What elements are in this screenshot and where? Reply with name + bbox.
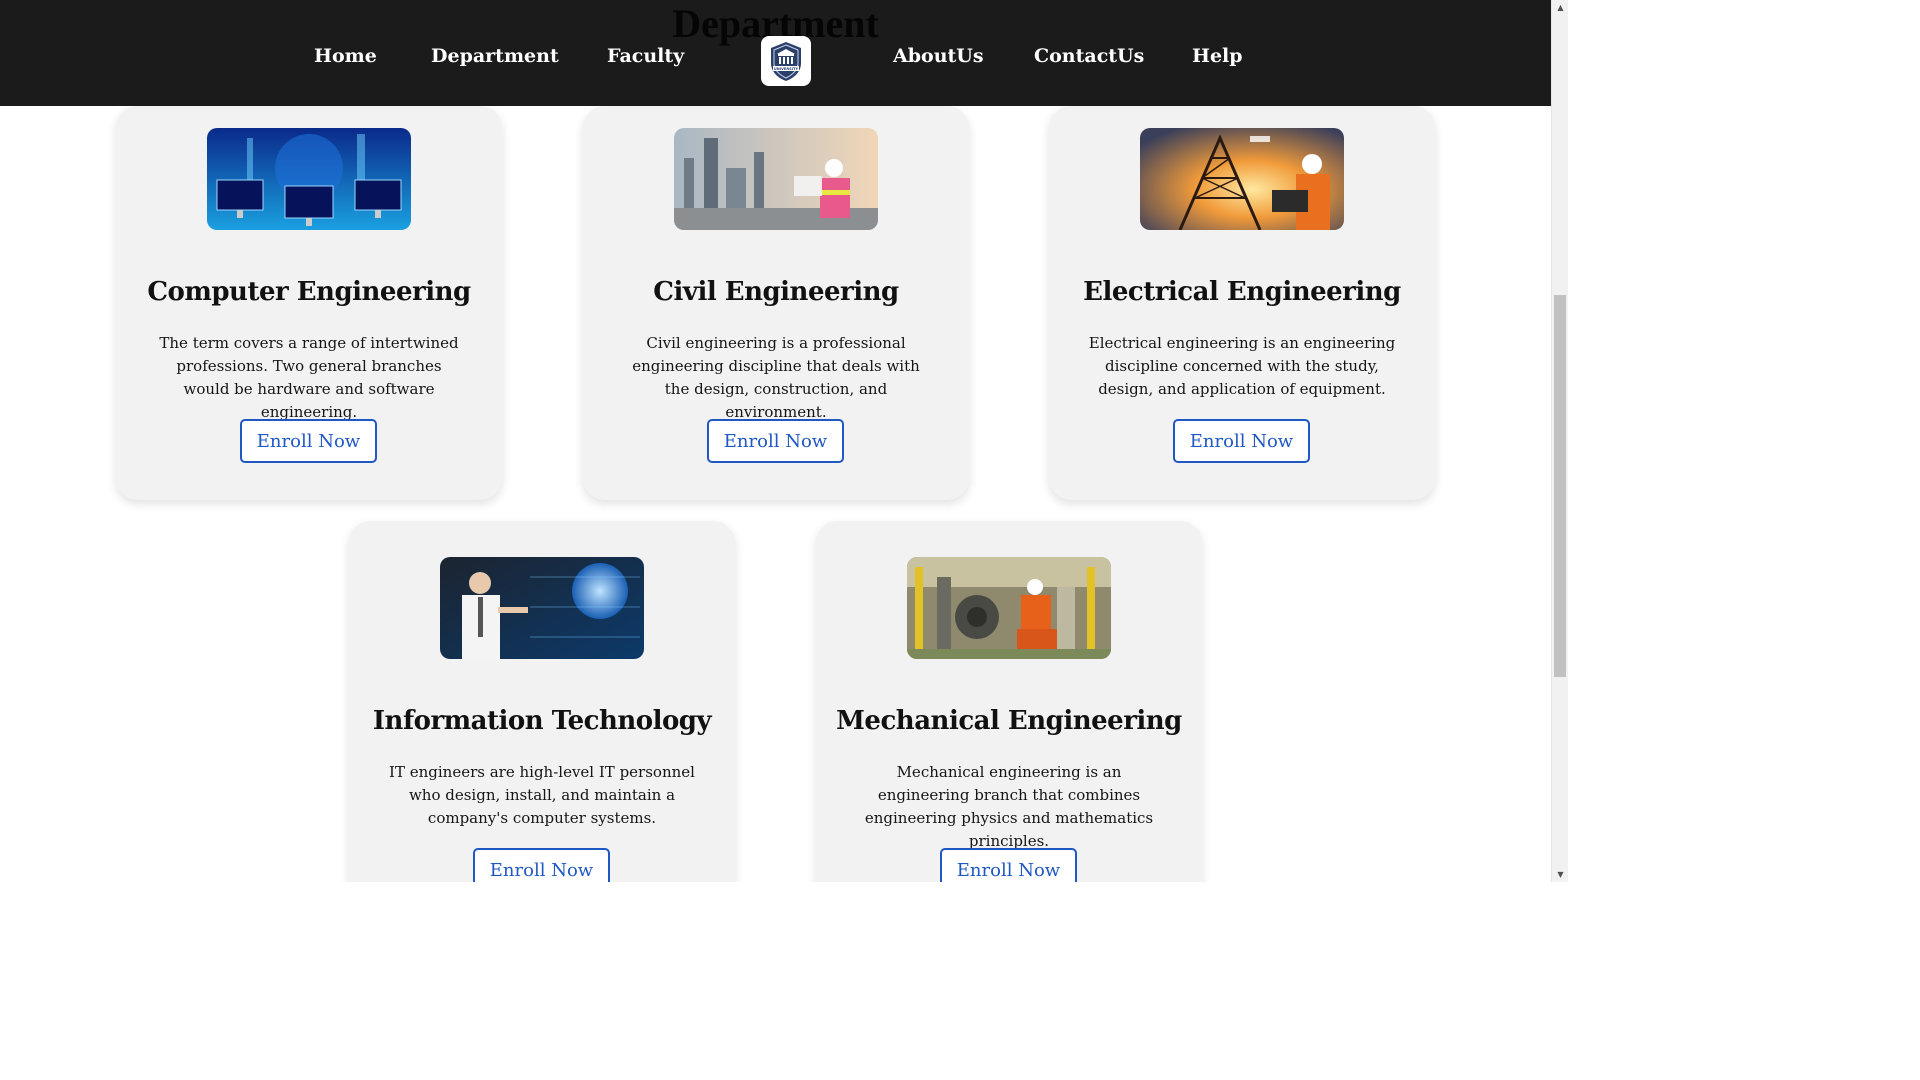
department-card-electrical: Electrical Engineering Electrical engine… <box>1049 106 1435 500</box>
department-card-civil: Civil Engineering Civil engineering is a… <box>583 106 969 500</box>
nav-aboutus[interactable]: AboutUs <box>893 38 984 74</box>
enroll-now-button[interactable]: Enroll Now <box>1173 419 1310 463</box>
card-description: IT engineers are high-level IT personnel… <box>389 763 695 827</box>
nav-contactus[interactable]: ContactUs <box>1034 38 1144 74</box>
nav-help[interactable]: Help <box>1192 38 1243 74</box>
card-description: Civil engineering is a professional engi… <box>632 334 920 421</box>
nav-faculty[interactable]: Faculty <box>607 38 684 74</box>
department-card-computer: Computer Engineering The term covers a r… <box>116 106 502 500</box>
mechanical-plant-worker-image <box>907 557 1111 659</box>
vertical-scrollbar[interactable]: ▲ ▼ <box>1551 0 1568 882</box>
university-logo-text: UNIVERSITY <box>774 67 799 71</box>
nav-home[interactable]: Home <box>314 38 377 74</box>
enroll-now-button[interactable]: Enroll Now <box>473 848 610 882</box>
university-logo-icon: UNIVERSITY <box>771 42 801 81</box>
enroll-now-button[interactable]: Enroll Now <box>240 419 377 463</box>
it-globe-interface-image <box>440 557 644 659</box>
card-title: Mechanical Engineering <box>836 706 1182 736</box>
enroll-now-button[interactable]: Enroll Now <box>707 419 844 463</box>
card-title: Civil Engineering <box>653 277 899 307</box>
civil-engineer-site-image <box>674 128 878 230</box>
card-title: Electrical Engineering <box>1083 277 1401 307</box>
power-tower-engineer-image <box>1140 128 1344 230</box>
card-description: Mechanical engineering is an engineering… <box>864 763 1154 850</box>
scroll-down-arrow-icon[interactable]: ▼ <box>1552 867 1568 882</box>
enroll-now-button[interactable]: Enroll Now <box>940 848 1077 882</box>
page: Department Home Department Faculty UNIVE… <box>0 0 1568 882</box>
nav-department[interactable]: Department <box>431 38 559 74</box>
department-card-it: Information Technology IT engineers are … <box>349 521 735 882</box>
card-title: Computer Engineering <box>147 277 471 307</box>
scrollbar-thumb[interactable] <box>1554 295 1566 677</box>
card-description: Electrical engineering is an engineering… <box>1088 334 1396 398</box>
card-title: Information Technology <box>372 706 712 736</box>
computer-monitors-image <box>207 128 411 230</box>
scroll-up-arrow-icon[interactable]: ▲ <box>1552 0 1568 15</box>
card-description: The term covers a range of intertwined p… <box>159 334 459 421</box>
university-logo[interactable]: UNIVERSITY <box>761 36 811 86</box>
department-card-mechanical: Mechanical Engineering Mechanical engine… <box>816 521 1202 882</box>
